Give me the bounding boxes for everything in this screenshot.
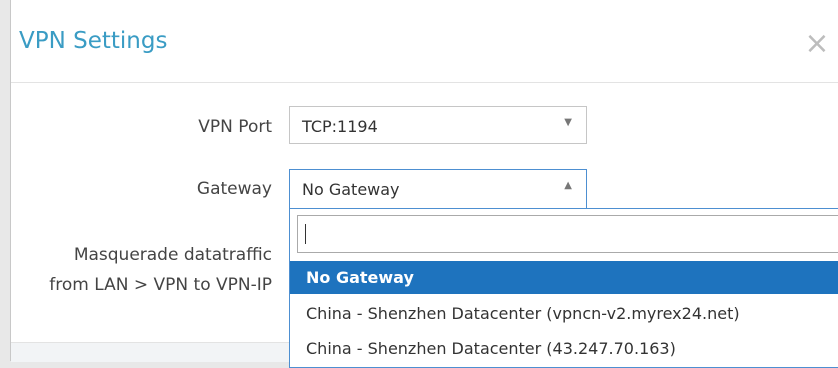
- gateway-search-wrap: [297, 215, 838, 253]
- gateway-option-shenzhen-ip[interactable]: China - Shenzhen Datacenter (43.247.70.1…: [290, 332, 838, 365]
- chevron-down-icon: ▼: [564, 117, 572, 128]
- dialog-header: VPN Settings ×: [11, 0, 838, 83]
- gateway-search-input[interactable]: [297, 215, 838, 253]
- chevron-up-icon: ▲: [564, 180, 572, 191]
- gateway-value: No Gateway: [302, 180, 400, 199]
- vpn-port-label: VPN Port: [198, 117, 272, 137]
- gateway-dropdown: No Gateway China - Shenzhen Datacenter (…: [289, 208, 838, 368]
- gateway-label: Gateway: [196, 179, 272, 199]
- masquerade-label: Masquerade datatraffic from LAN > VPN to…: [20, 240, 272, 300]
- gateway-select[interactable]: No Gateway ▲: [289, 169, 587, 209]
- dialog-title: VPN Settings: [19, 28, 168, 54]
- gateway-option-shenzhen-hostname[interactable]: China - Shenzhen Datacenter (vpncn-v2.my…: [290, 297, 838, 330]
- gateway-option-no-gateway[interactable]: No Gateway: [290, 261, 838, 294]
- vpn-port-select[interactable]: TCP:1194 ▼: [289, 106, 587, 144]
- text-caret: [305, 224, 306, 244]
- masquerade-label-line2: from LAN > VPN to VPN-IP: [49, 275, 272, 295]
- vpn-port-value: TCP:1194: [302, 117, 378, 136]
- close-icon[interactable]: ×: [803, 29, 831, 59]
- masquerade-label-line1: Masquerade datatraffic: [73, 245, 272, 265]
